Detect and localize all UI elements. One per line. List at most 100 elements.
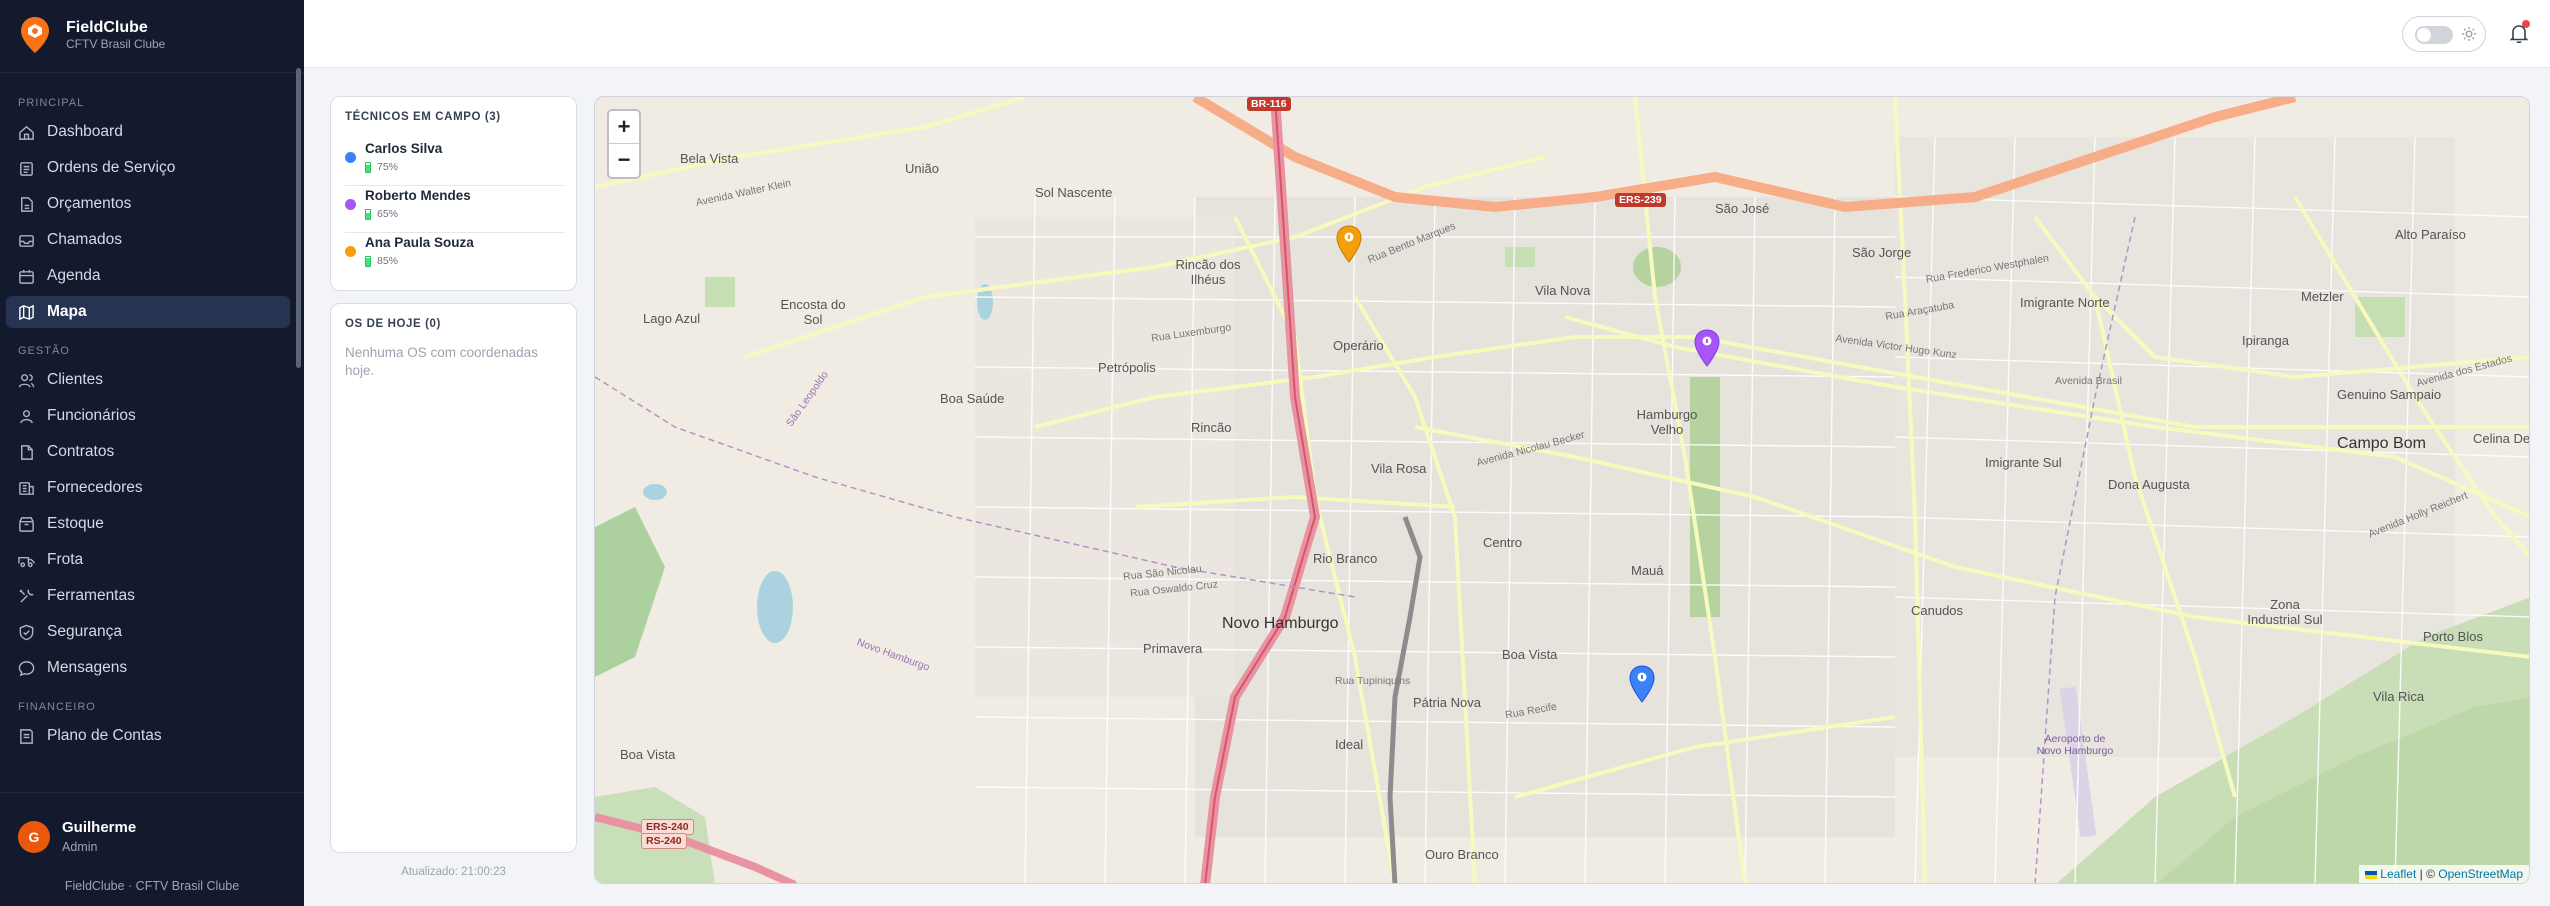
map-pin-ana-paula[interactable]	[1336, 225, 1362, 263]
map-pin-carlos[interactable]	[1629, 665, 1655, 703]
map-label-ipiranga: Ipiranga	[2242, 333, 2289, 348]
ledger-icon	[20, 728, 33, 744]
truck-icon	[19, 481, 34, 495]
sidebar-item-ferramentas[interactable]: Ferramentas	[6, 580, 290, 612]
map-label-patria-nova: Pátria Nova	[1413, 695, 1481, 710]
sidebar-item-label: Funcionários	[47, 407, 136, 424]
os-today-title: OS DE HOJE (0)	[345, 318, 441, 330]
sidebar-item-label: Ordens de Serviço	[47, 159, 176, 176]
map-label-rio-branco: Rio Branco	[1313, 551, 1378, 566]
technicians-title: TÉCNICOS EM CAMPO (3)	[345, 111, 501, 123]
sidebar-item-contratos[interactable]: Contratos	[6, 436, 290, 468]
technician-color-dot	[345, 199, 356, 210]
brand[interactable]: FieldClube CFTV Brasil Clube	[20, 14, 165, 56]
map-label-sao-jose: São José	[1715, 201, 1770, 216]
map-label-petropolis: Petrópolis	[1098, 360, 1156, 375]
zoom-control: + −	[607, 109, 641, 179]
sidebar-item-clientes[interactable]: Clientes	[6, 364, 290, 396]
map-label-ideal: Ideal	[1335, 737, 1364, 752]
sidebar-item-label: Frota	[47, 551, 84, 568]
sidebar-item-orcamentos[interactable]: Orçamentos	[6, 188, 290, 220]
map-label-vila-nova: Vila Nova	[1535, 283, 1591, 298]
battery-label: 65%	[377, 208, 399, 220]
theme-toggle[interactable]	[2402, 16, 2486, 52]
sidebar-item-mensagens[interactable]: Mensagens	[6, 652, 290, 684]
technician-battery: 65%	[365, 208, 398, 220]
technician-battery: 75%	[365, 161, 398, 173]
map-pin-roberto[interactable]	[1694, 329, 1720, 367]
map-label-hamburgo-velho: Hamburgo Velho	[1636, 407, 1698, 437]
leaflet-link[interactable]: Leaflet	[2380, 867, 2416, 881]
brand-subtitle: CFTV Brasil Clube	[66, 37, 166, 51]
notifications-button[interactable]	[2508, 20, 2530, 44]
map-label-operario: Operário	[1333, 338, 1384, 353]
map-label-imigrante-norte: Imigrante Norte	[2020, 295, 2110, 310]
sidebar-item-frota[interactable]: Frota	[6, 544, 290, 576]
map-label-genuino-sampaio: Genuino Sampaio	[2337, 387, 2442, 402]
map-label-maua: Mauá	[1631, 563, 1664, 578]
zoom-in-button[interactable]: +	[609, 111, 639, 144]
battery-fill	[366, 212, 370, 219]
sidebar-item-label: Plano de Contas	[47, 727, 162, 744]
osm-link[interactable]: OpenStreetMap	[2438, 867, 2523, 881]
sidebar-item-mapa[interactable]: Mapa	[6, 296, 290, 328]
sidebar-item-seguranca[interactable]: Segurança	[6, 616, 290, 648]
sidebar-item-estoque[interactable]: Estoque	[6, 508, 290, 540]
map-label-vila-rica: Vila Rica	[2373, 689, 2425, 704]
road-shield-ers239: ERS-239	[1615, 193, 1666, 207]
dashboard-icon	[19, 125, 34, 140]
map-label-lago-azul: Lago Azul	[643, 311, 701, 326]
team-icon	[20, 409, 33, 423]
map-label-porto-blos: Porto Blos	[2423, 629, 2483, 644]
map-label-rincao-ilheus: Rincão dos Ilhéus	[1175, 257, 1241, 287]
technician-name: Carlos Silva	[365, 141, 443, 156]
map-label-metzler: Metzler	[2301, 289, 2344, 304]
map-label-ouro-branco: Ouro Branco	[1425, 847, 1499, 862]
map-icon	[19, 304, 34, 320]
map-label-celina: Celina De	[2473, 431, 2530, 446]
technician-item[interactable]: Carlos Silva 75%	[345, 139, 565, 186]
road-shield-br116: BR-116	[1247, 97, 1291, 111]
sidebar-scrollbar[interactable]	[296, 68, 301, 368]
sidebar-item-label: Contratos	[47, 443, 115, 460]
sidebar-item-label: Estoque	[47, 515, 104, 532]
technicians-panel: TÉCNICOS EM CAMPO (3) Carlos Silva 75% R…	[330, 96, 577, 291]
road-shield-rs240: RS-240	[641, 833, 687, 849]
sidebar-footer: FieldClube · CFTV Brasil Clube	[64, 879, 240, 893]
sidebar-item-label: Dashboard	[47, 123, 123, 140]
users-icon	[18, 373, 35, 387]
map-label-boa-saude: Boa Saúde	[940, 391, 1005, 406]
inbox-icon	[19, 234, 34, 247]
sidebar-item-label: Segurança	[47, 623, 122, 640]
user-name: Guilherme	[62, 819, 137, 836]
map-view[interactable]: Bela Vista União Sol Nascente Rincão dos…	[594, 96, 2530, 884]
technician-color-dot	[345, 246, 356, 257]
map-label-rincao: Rincão	[1191, 420, 1232, 435]
sidebar-item-label: Ferramentas	[47, 587, 135, 604]
section-principal: PRINCIPAL	[18, 97, 85, 109]
divider	[0, 72, 304, 73]
map-label-sol-nascente: Sol Nascente	[1035, 185, 1113, 200]
sidebar-nav: PRINCIPAL Dashboard Ordens de Serviço Or…	[0, 92, 296, 756]
sidebar-item-dashboard[interactable]: Dashboard	[6, 116, 290, 148]
zoom-out-button[interactable]: −	[609, 144, 639, 177]
sidebar: FieldClube CFTV Brasil Clube PRINCIPAL D…	[0, 0, 304, 906]
sidebar-item-funcionarios[interactable]: Funcionários	[6, 400, 290, 432]
sidebar-item-plano-contas[interactable]: Plano de Contas	[6, 720, 290, 752]
user-role: Admin	[62, 840, 98, 854]
sidebar-item-ordens[interactable]: Ordens de Serviço	[6, 152, 290, 184]
sidebar-item-agenda[interactable]: Agenda	[6, 260, 290, 292]
section-financeiro: FINANCEIRO	[18, 701, 96, 713]
map-label-centro: Centro	[1483, 535, 1523, 550]
user-profile[interactable]: G Guilherme Admin FieldClube · CFTV Bras…	[0, 792, 304, 906]
file-icon	[21, 196, 33, 212]
map-label-dona-augusta: Dona Augusta	[2108, 477, 2190, 492]
sidebar-item-label: Mensagens	[47, 659, 128, 676]
map-label-canudos: Canudos	[1911, 603, 1964, 618]
sidebar-item-fornecedores[interactable]: Fornecedores	[6, 472, 290, 504]
technician-item[interactable]: Ana Paula Souza 85%	[345, 233, 565, 280]
sidebar-item-chamados[interactable]: Chamados	[6, 224, 290, 256]
technician-item[interactable]: Roberto Mendes 65%	[345, 186, 565, 233]
battery-label: 85%	[377, 255, 399, 267]
map-attribution: Leaflet | © OpenStreetMap	[2359, 865, 2529, 883]
